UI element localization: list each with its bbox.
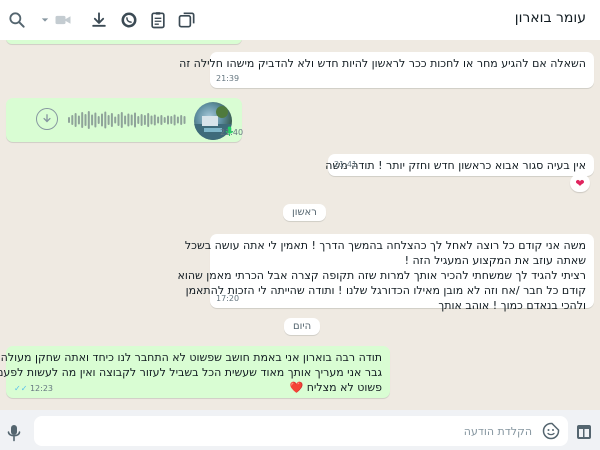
- message-time: 17:20: [216, 294, 240, 303]
- waveform-bar: [183, 116, 186, 124]
- search-icon[interactable]: [6, 9, 28, 31]
- waveform-bar: [91, 114, 94, 126]
- message-time: 21:40: [220, 128, 244, 137]
- download-icon[interactable]: [88, 9, 110, 31]
- waveform-bar: [68, 117, 70, 123]
- heart-reaction[interactable]: ❤: [570, 174, 590, 192]
- voice-message-bubble[interactable]: 21:40: [6, 98, 244, 142]
- voice-waveform[interactable]: [68, 110, 188, 130]
- waveform-bar: [150, 115, 153, 125]
- waveform-bar: [87, 111, 90, 129]
- message-text: השאלה אם להגיע מחר או לחכות ככר לראשון ל…: [179, 57, 586, 70]
- waveform-bar: [134, 112, 136, 128]
- message-time: 21:41: [334, 160, 358, 169]
- waveform-bar: [81, 112, 84, 128]
- voice-download-icon[interactable]: [36, 108, 58, 130]
- date-separator: היום: [284, 318, 321, 335]
- composer-bar: [0, 410, 600, 450]
- chat-area: השאלה אם להגיע מחר או לחכות ככר לראשון ל…: [0, 40, 600, 410]
- waveform-bar: [107, 115, 110, 125]
- video-call-icon[interactable]: [52, 9, 74, 31]
- whatsapp-icon[interactable]: [118, 9, 140, 31]
- message-bubble-outgoing[interactable]: תודה רבה בוארון אני באמת חושב שפשוט לא ה…: [0, 346, 390, 398]
- waveform-bar: [97, 116, 100, 124]
- contact-name[interactable]: עומר בוארון: [515, 10, 586, 26]
- waveform-bar: [176, 116, 179, 124]
- message-bubble-incoming[interactable]: אין בעיה סגור אבוא כראשון חדש וחזק יותר …: [325, 154, 594, 176]
- read-ticks-icon: ✓✓: [14, 384, 28, 393]
- waveform-bar: [71, 115, 74, 125]
- waveform-bar: [130, 114, 133, 126]
- attach-panel-icon[interactable]: [576, 424, 592, 440]
- waveform-bar: [74, 113, 77, 127]
- waveform-bar: [101, 113, 103, 127]
- message-time: 12:23: [29, 384, 54, 393]
- chat-header: עומר בוארון: [0, 0, 600, 40]
- waveform-bar: [94, 112, 97, 128]
- date-separator: ראשון: [283, 204, 326, 221]
- message-text: תודה רבה בוארון אני באמת חושב שפשוט לא ה…: [0, 351, 382, 364]
- waveform-bar: [117, 114, 120, 126]
- waveform-bar: [120, 112, 123, 128]
- waveform-bar: [140, 114, 143, 126]
- mic-icon[interactable]: [6, 424, 22, 442]
- message-text: שאתה עוזב את המקצוע המעגיל הזה !: [404, 254, 586, 267]
- waveform-bar: [137, 116, 140, 124]
- waveform-bar: [180, 115, 183, 125]
- message-bubble-partial: [6, 40, 242, 44]
- message-input[interactable]: [52, 416, 532, 446]
- message-text: גבר אני מעריך אותך מאוד שעשית הכל בשביל …: [0, 366, 382, 379]
- message-text: ולהכי בנאדם כמוך ! אוהב אותך: [438, 299, 586, 312]
- waveform-bar: [163, 117, 166, 123]
- waveform-bar: [124, 115, 127, 125]
- message-text: קודם כל חבר /אח וזה לא מובן מאילו הכדורג…: [185, 284, 586, 297]
- waveform-bar: [110, 113, 113, 127]
- message-text: אין בעיה סגור אבוא כראשון חדש וחזק יותר …: [325, 159, 586, 172]
- waveform-bar: [173, 114, 176, 126]
- chevron-down-icon[interactable]: [40, 9, 50, 31]
- waveform-bar: [127, 113, 130, 127]
- waveform-bar: [84, 114, 87, 126]
- waveform-bar: [153, 114, 156, 126]
- message-text: פשוט לא מצליח ❤️: [289, 381, 382, 394]
- waveform-bar: [170, 116, 173, 124]
- waveform-bar: [104, 111, 107, 129]
- message-bubble-incoming[interactable]: השאלה אם להגיע מחר או לחכות ככר לראשון ל…: [179, 52, 594, 88]
- waveform-bar: [147, 113, 150, 127]
- waveform-bar: [160, 115, 163, 125]
- message-compose-box[interactable]: [34, 416, 568, 446]
- new-window-icon[interactable]: [176, 9, 198, 31]
- waveform-bar: [143, 115, 146, 125]
- message-time-with-ticks: ✓✓ 12:23: [14, 381, 53, 396]
- clipboard-icon[interactable]: [147, 9, 169, 31]
- waveform-bar: [157, 116, 160, 124]
- message-time: 21:39: [216, 74, 240, 83]
- message-text: רציתי להגיד לך שמשחתי להכיר אותך למרות ש…: [177, 269, 586, 282]
- sticker-icon[interactable]: [542, 422, 560, 440]
- message-text: משה אני קודם כל רוצה לאחל לך כהצלחה בהמש…: [184, 239, 586, 252]
- message-bubble-incoming[interactable]: משה אני קודם כל רוצה לאחל לך כהצלחה בהמש…: [177, 234, 594, 312]
- waveform-bar: [167, 115, 169, 125]
- waveform-bar: [77, 115, 80, 125]
- waveform-bar: [114, 116, 117, 124]
